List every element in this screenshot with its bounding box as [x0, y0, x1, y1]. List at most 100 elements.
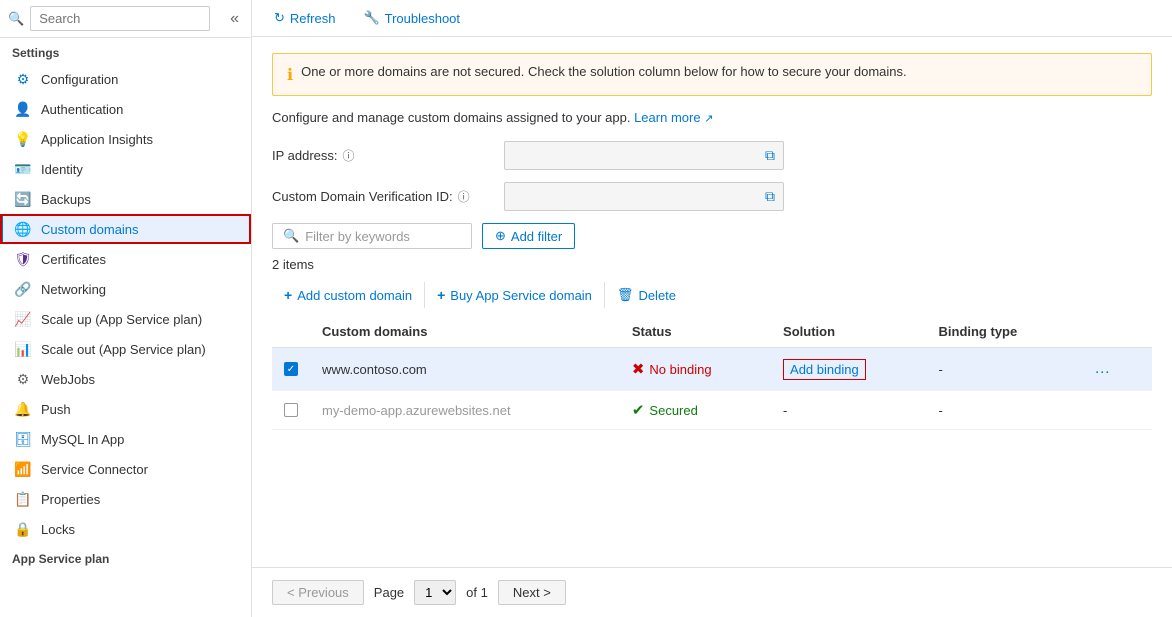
row1-solution[interactable]: Add binding — [771, 348, 926, 391]
table-header-checkbox — [272, 316, 310, 348]
troubleshoot-button[interactable]: 🔧 Troubleshoot — [357, 6, 466, 30]
custom-domain-verification-row: Custom Domain Verification ID: ⓘ ⧉ — [272, 182, 1152, 211]
refresh-button[interactable]: ↻ Refresh — [268, 6, 341, 30]
configuration-icon: ⚙ — [15, 71, 31, 87]
sidebar-item-locks[interactable]: 🔒 Locks — [0, 514, 251, 544]
sidebar-item-certificates[interactable]: 🛡 Certificates — [0, 244, 251, 274]
row1-status: ✖ No binding — [620, 348, 771, 391]
sidebar-item-label: Scale out (App Service plan) — [41, 342, 206, 357]
row1-domain: www.contoso.com — [310, 348, 620, 391]
delete-icon: 🗑 — [617, 287, 634, 303]
sidebar-item-scale-up[interactable]: 📈 Scale up (App Service plan) — [0, 304, 251, 334]
sidebar-item-scale-out[interactable]: 📊 Scale out (App Service plan) — [0, 334, 251, 364]
search-icon: 🔍 — [8, 11, 24, 27]
warning-banner: ℹ One or more domains are not secured. C… — [272, 53, 1152, 96]
content-area: ℹ One or more domains are not secured. C… — [252, 37, 1172, 567]
webjobs-icon: ⚙ — [15, 371, 31, 387]
table-header-solution: Solution — [771, 316, 926, 348]
page-label: Page — [374, 585, 404, 600]
table-row: my-demo-app.azurewebsites.net ✔ Secured … — [272, 391, 1152, 430]
row1-menu[interactable]: … — [1076, 348, 1152, 391]
search-input[interactable] — [30, 6, 210, 31]
sidebar-item-label: WebJobs — [41, 372, 95, 387]
properties-icon: 📋 — [15, 491, 31, 507]
action-bar: + Add custom domain + Buy App Service do… — [272, 282, 1152, 308]
delete-button[interactable]: 🗑 Delete — [605, 282, 688, 308]
main-panel: ↻ Refresh 🔧 Troubleshoot ℹ One or more d… — [252, 0, 1172, 617]
row1-checkbox-cell[interactable] — [272, 348, 310, 391]
sidebar-item-label: Certificates — [41, 252, 106, 267]
toolbar: ↻ Refresh 🔧 Troubleshoot — [252, 0, 1172, 37]
next-button[interactable]: Next > — [498, 580, 566, 605]
identity-icon: 🪪 — [15, 161, 31, 177]
sidebar: 🔍 « Settings ⚙ Configuration 👤 Authentic… — [0, 0, 252, 617]
sidebar-item-application-insights[interactable]: 💡 Application Insights — [0, 124, 251, 154]
custom-domain-verification-copy-button[interactable]: ⧉ — [757, 184, 783, 209]
sidebar-search-area: 🔍 « — [0, 0, 251, 38]
sidebar-item-label: MySQL In App — [41, 432, 124, 447]
ip-address-row: IP address: ⓘ ⧉ — [272, 141, 1152, 170]
sidebar-item-service-connector[interactable]: 📶 Service Connector — [0, 454, 251, 484]
filter-bar: 🔍 Filter by keywords ⊕ Add filter — [272, 223, 1152, 249]
filter-search-icon: 🔍 — [283, 228, 299, 244]
collapse-button[interactable]: « — [226, 8, 243, 30]
sidebar-item-label: Networking — [41, 282, 106, 297]
sidebar-item-label: Configuration — [41, 72, 118, 87]
sidebar-item-mysql-in-app[interactable]: 🗄 MySQL In App — [0, 424, 251, 454]
troubleshoot-icon: 🔧 — [363, 10, 379, 26]
sidebar-item-configuration[interactable]: ⚙ Configuration — [0, 64, 251, 94]
sidebar-item-label: Identity — [41, 162, 83, 177]
ip-address-input-group: ⧉ — [504, 141, 784, 170]
row1-ellipsis-button[interactable]: … — [1088, 358, 1116, 380]
row2-checkbox[interactable] — [284, 403, 298, 417]
sidebar-item-custom-domains[interactable]: 🌐 Custom domains — [0, 214, 251, 244]
sidebar-item-label: Push — [41, 402, 71, 417]
row2-checkbox-cell[interactable] — [272, 391, 310, 430]
sidebar-item-properties[interactable]: 📋 Properties — [0, 484, 251, 514]
refresh-icon: ↻ — [274, 10, 285, 26]
custom-domain-verification-input-group: ⧉ — [504, 182, 784, 211]
sidebar-item-authentication[interactable]: 👤 Authentication — [0, 94, 251, 124]
custom-domain-verification-info-icon[interactable]: ⓘ — [458, 188, 470, 205]
table-header-status: Status — [620, 316, 771, 348]
sidebar-item-label: Custom domains — [41, 222, 139, 237]
add-filter-button[interactable]: ⊕ Add filter — [482, 223, 575, 249]
ip-address-copy-button[interactable]: ⧉ — [757, 143, 783, 168]
app-service-plan-section-label: App Service plan — [0, 544, 251, 570]
custom-domain-verification-input — [505, 183, 757, 210]
buy-app-service-domain-icon: + — [437, 287, 445, 303]
learn-more-link[interactable]: Learn more ↗ — [634, 110, 713, 125]
add-custom-domain-button[interactable]: + Add custom domain — [272, 282, 425, 308]
sidebar-item-identity[interactable]: 🪪 Identity — [0, 154, 251, 184]
row1-checkbox[interactable] — [284, 362, 298, 376]
settings-section-label: Settings — [0, 38, 251, 64]
mysql-icon: 🗄 — [15, 431, 31, 447]
sidebar-item-label: Locks — [41, 522, 75, 537]
sidebar-item-label: Backups — [41, 192, 91, 207]
sidebar-item-networking[interactable]: 🔗 Networking — [0, 274, 251, 304]
add-binding-link[interactable]: Add binding — [783, 359, 866, 380]
networking-icon: 🔗 — [15, 281, 31, 297]
row2-status: ✔ Secured — [620, 391, 771, 430]
sidebar-item-push[interactable]: 🔔 Push — [0, 394, 251, 424]
row2-binding-type: - — [927, 391, 1077, 430]
custom-domains-icon: 🌐 — [15, 221, 31, 237]
row2-domain: my-demo-app.azurewebsites.net — [310, 391, 620, 430]
description-text: Configure and manage custom domains assi… — [272, 110, 1152, 125]
filter-input[interactable]: 🔍 Filter by keywords — [272, 223, 472, 249]
row1-binding-type: - — [927, 348, 1077, 391]
pagination: < Previous Page 1 of 1 Next > — [252, 567, 1172, 617]
table-header-binding-type: Binding type — [927, 316, 1077, 348]
ip-address-input — [505, 142, 757, 169]
sidebar-item-label: Authentication — [41, 102, 123, 117]
sidebar-item-webjobs[interactable]: ⚙ WebJobs — [0, 364, 251, 394]
previous-button[interactable]: < Previous — [272, 580, 364, 605]
add-filter-icon: ⊕ — [495, 228, 506, 244]
table-header-custom-domains: Custom domains — [310, 316, 620, 348]
page-select[interactable]: 1 — [414, 580, 456, 605]
buy-app-service-domain-button[interactable]: + Buy App Service domain — [425, 282, 605, 308]
row2-status-ok-icon: ✔ — [632, 401, 645, 419]
service-connector-icon: 📶 — [15, 461, 31, 477]
ip-address-info-icon[interactable]: ⓘ — [343, 147, 355, 164]
sidebar-item-backups[interactable]: 🔄 Backups — [0, 184, 251, 214]
